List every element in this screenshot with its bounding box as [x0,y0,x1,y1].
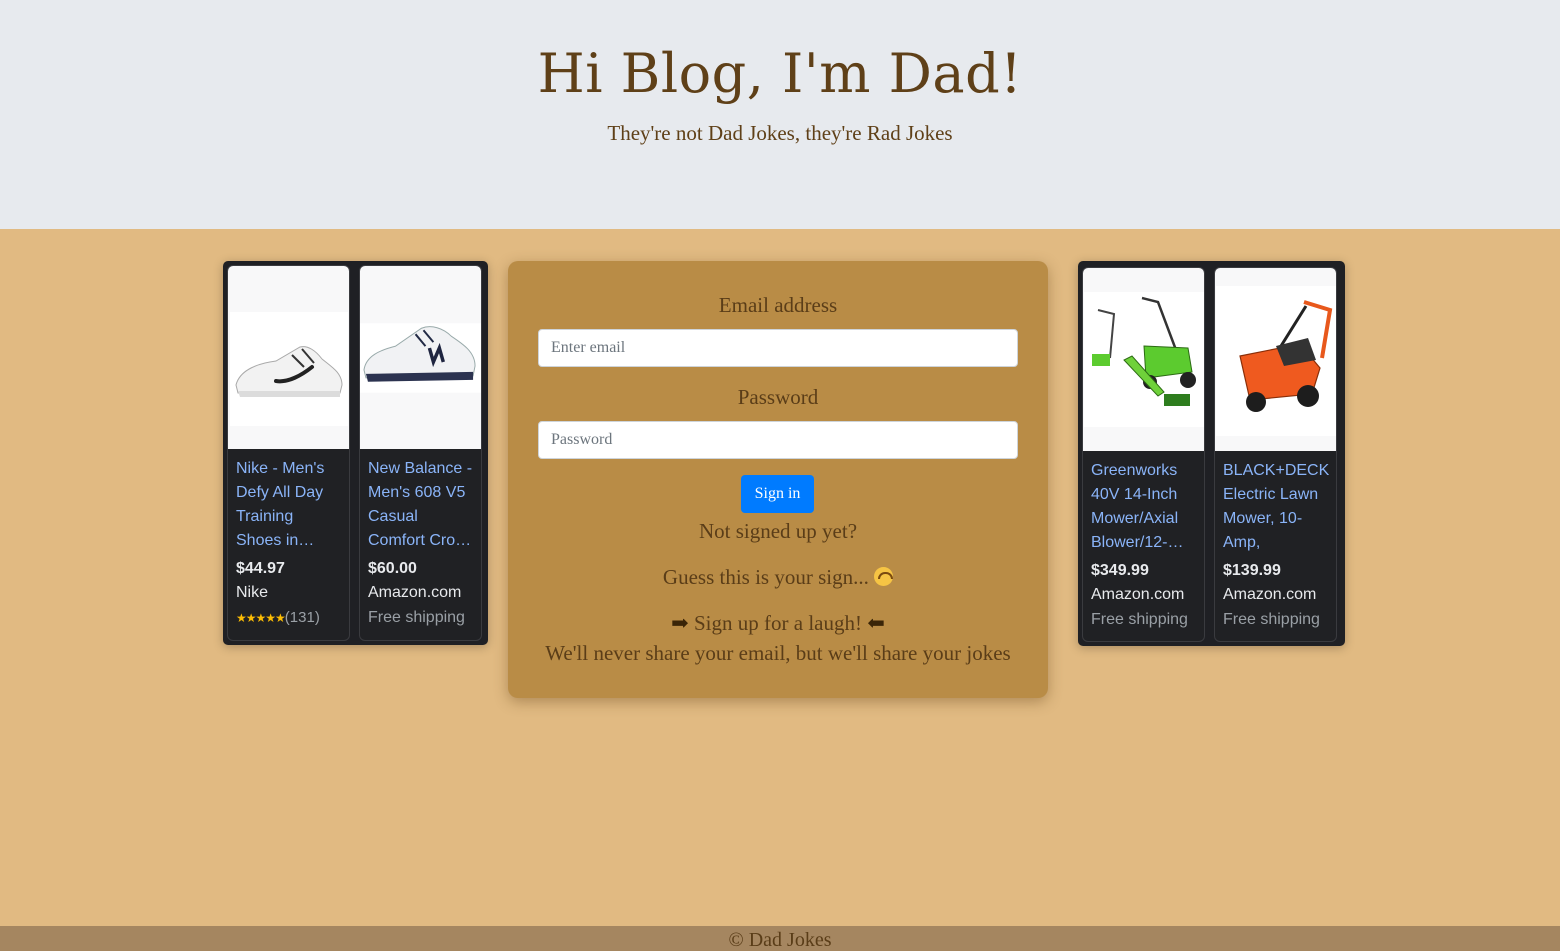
product-shipping: Free shipping [368,609,465,626]
page-title: Hi Blog, I'm Dad! [537,42,1023,105]
product-rating: ★★★★★(131) [236,605,342,631]
copyright-text: © Dad Jokes [728,929,832,951]
site-footer: © Dad Jokes [0,926,1560,951]
email-field[interactable] [538,329,1018,367]
product-title-link[interactable]: Greenworks 40V 14-Inch Mower/Axial Blowe… [1091,459,1197,555]
arrow-right-icon: ➡ [671,611,689,635]
guess-sign-text: Guess this is your sign... [508,565,1048,590]
guess-sign-label: Guess this is your sign... [662,565,869,589]
product-seller: Nike [236,584,269,601]
product-image[interactable] [1083,268,1204,451]
not-signed-up-text: Not signed up yet? [698,519,858,543]
star-rating-icon: ★★★★★ [236,611,286,625]
product-shipping: Free shipping [1223,611,1320,628]
rating-count: (131) [284,609,320,626]
sneaker-icon [360,323,481,393]
product-seller: Amazon.com [1091,586,1185,603]
arrow-left-icon: ⬅ [867,611,885,635]
sign-up-link[interactable]: ➡ Sign up for a laugh! ⬅ [508,611,1048,636]
product-shipping: Free shipping [1091,611,1188,628]
ad-panel-right: Greenworks 40V 14-Inch Mower/Axial Blowe… [1078,261,1345,646]
product-title-link[interactable]: New Balance - Men's 608 V5 Casual Comfor… [368,457,474,553]
product-image[interactable] [228,266,349,449]
email-label: Email address [718,293,838,317]
product-title-link[interactable]: BLACK+DECKER Electric Lawn Mower, 10-Amp… [1223,459,1329,555]
product-price: $139.99 [1223,562,1281,579]
page-subtitle: They're not Dad Jokes, they're Rad Jokes [607,121,953,145]
product-image[interactable] [1215,268,1336,451]
product-price: $44.97 [236,560,285,577]
product-price: $349.99 [1091,562,1149,579]
password-field[interactable] [538,421,1018,459]
ad-panel-left: Nike - Men's Defy All Day Training Shoes… [223,261,488,645]
sneaker-icon [229,312,348,426]
lawn-mower-icon [1215,286,1336,436]
product-seller: Amazon.com [368,584,462,601]
product-image[interactable] [360,266,481,449]
product-ad-card[interactable]: New Balance - Men's 608 V5 Casual Comfor… [359,265,482,641]
product-ad-card[interactable]: Nike - Men's Defy All Day Training Shoes… [227,265,350,641]
hero-banner: Hi Blog, I'm Dad! They're not Dad Jokes,… [0,0,1560,229]
product-seller: Amazon.com [1223,586,1317,603]
lawn-mower-icon [1083,292,1204,427]
product-ad-card[interactable]: BLACK+DECKER Electric Lawn Mower, 10-Amp… [1214,267,1337,642]
sign-up-link-label[interactable]: Sign up for a laugh! [694,611,862,635]
login-form: Email address Password Sign in Not signe… [508,261,1048,698]
product-price: $60.00 [368,560,417,577]
product-ad-card[interactable]: Greenworks 40V 14-Inch Mower/Axial Blowe… [1082,267,1205,642]
sign-in-button[interactable]: Sign in [741,475,814,513]
privacy-note: We'll never share your email, but we'll … [545,641,1011,665]
upside-down-face-icon [874,567,894,586]
product-title-link[interactable]: Nike - Men's Defy All Day Training Shoes… [236,457,342,553]
password-label: Password [737,385,819,409]
